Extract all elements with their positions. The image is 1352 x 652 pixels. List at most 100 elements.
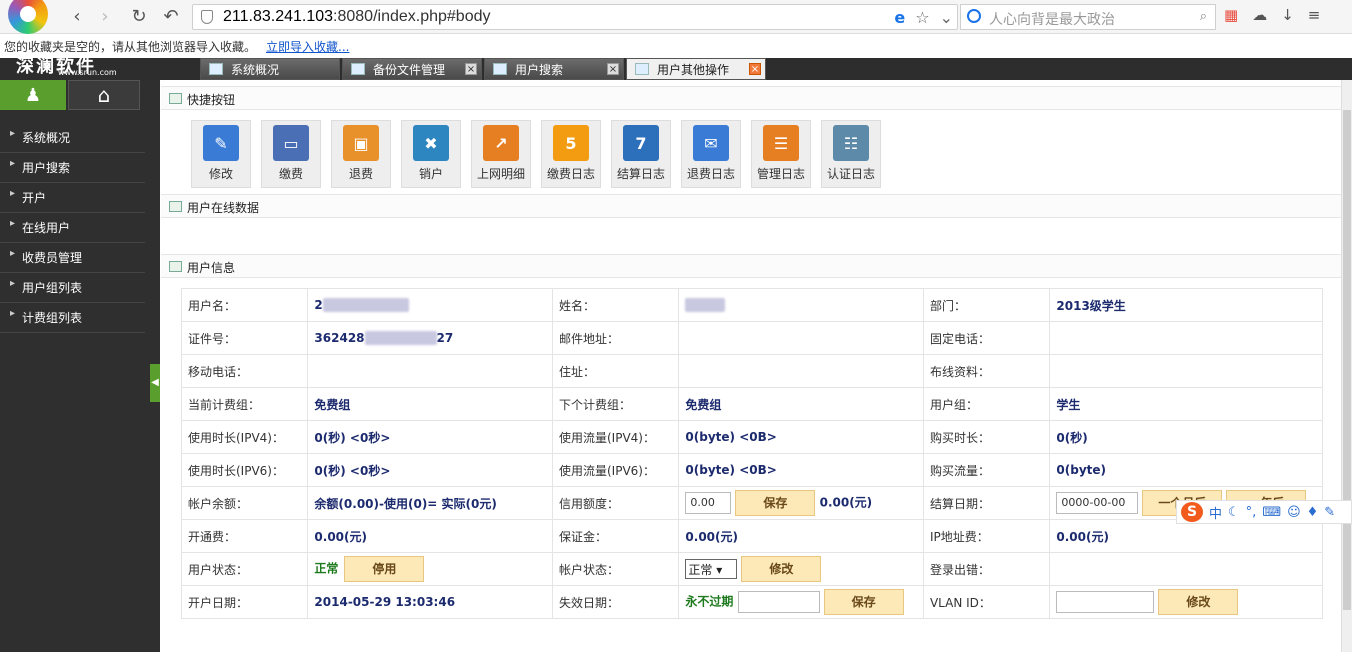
bookmark-message: 您的收藏夹是空的，请从其他浏览器导入收藏。 <box>4 40 257 54</box>
user-settings-icon[interactable]: ☺ <box>1287 505 1301 520</box>
vlan-input[interactable] <box>1056 591 1155 613</box>
sidebar-item-cashier-mgmt[interactable]: 收费员管理 <box>0 243 145 273</box>
star-icon[interactable]: ☆ <box>915 8 929 27</box>
window-icon <box>209 63 223 75</box>
quick-button[interactable]: 5 缴费日志 <box>541 120 601 188</box>
disable-user-button[interactable]: 停用 <box>344 556 425 582</box>
time-ipv6-value: 0(秒) <0秒> <box>307 453 553 487</box>
close-icon[interactable]: × <box>607 63 619 75</box>
import-bookmarks-link[interactable]: 立即导入收藏... <box>266 40 349 54</box>
table-row: 用户名： 2 姓名： 部门： 2013级学生 <box>180 288 1323 322</box>
id-value: 362428 27 <box>307 321 553 355</box>
quick-button-label: 销户 <box>418 167 443 181</box>
ie-mode-icon[interactable]: e <box>894 8 905 27</box>
email-label: 邮件地址： <box>551 321 680 355</box>
user-group-value: 学生 <box>1049 387 1323 421</box>
credit-label: 信用额度： <box>551 486 680 520</box>
apps-icon[interactable]: ▦ <box>1224 6 1238 24</box>
close-icon[interactable]: × <box>465 63 477 75</box>
quick-button[interactable]: ▣ 退费 <box>331 120 391 188</box>
scrollbar-thumb[interactable] <box>1343 110 1351 610</box>
undo-icon[interactable]: ↶ <box>160 6 182 28</box>
browser-logo-icon[interactable] <box>8 0 48 34</box>
menu-icon[interactable]: ≡ <box>1308 6 1321 24</box>
address-bar[interactable]: 211.83.241.103:8080/index.php#body e ☆ ⌄ <box>192 4 958 30</box>
quick-button[interactable]: 7 结算日志 <box>611 120 671 188</box>
deposit-label: 保证金： <box>551 519 680 553</box>
tab-label: 备份文件管理 <box>373 63 446 77</box>
section-online-data: 用户在线数据 <box>161 194 1341 218</box>
sidebar-item-user-search[interactable]: 用户搜索 <box>0 153 145 183</box>
reload-icon[interactable]: ↻ <box>128 6 150 28</box>
account-status-modify-button[interactable]: 修改 <box>741 556 822 582</box>
credit-save-button[interactable]: 保存 <box>735 490 816 516</box>
search-icon[interactable]: ⌕ <box>1200 9 1207 24</box>
quick-button[interactable]: ↗ 上网明细 <box>471 120 531 188</box>
mobile-label: 移动电话： <box>180 354 309 388</box>
dropdown-icon[interactable]: ⌄ <box>940 8 953 27</box>
quick-button[interactable]: ✖ 销户 <box>401 120 461 188</box>
credit-input[interactable]: 0.00 <box>685 492 732 514</box>
chart-icon: ↗ <box>483 125 519 161</box>
tab-user-search[interactable]: 用户搜索 × <box>484 58 624 80</box>
cloud-icon[interactable]: ☁ <box>1252 6 1267 24</box>
ime-mode-toggle[interactable]: 中 <box>1209 503 1222 522</box>
search-box[interactable]: 人心向背是最大政治 ⌕ <box>960 4 1216 30</box>
tools-icon[interactable]: ✎ <box>1324 505 1335 520</box>
user-group-label: 用户组： <box>922 387 1051 421</box>
account-status-select[interactable]: 正常 ▾ <box>685 559 738 579</box>
user-icon[interactable]: ♟ <box>0 80 66 110</box>
page-scrollbar[interactable] <box>1341 80 1352 652</box>
tab-system-overview[interactable]: 系统概况 <box>200 58 340 80</box>
home-icon[interactable]: ⌂ <box>68 80 140 110</box>
settle-date-input[interactable]: 0000-00-00 <box>1056 492 1139 514</box>
sidebar-item-online-users[interactable]: 在线用户 <box>0 213 145 243</box>
browser-toolbar: ‹ › ↻ ↶ 211.83.241.103:8080/index.php#bo… <box>0 0 1352 34</box>
sidebar-item-system-overview[interactable]: 系统概况 <box>0 123 145 153</box>
sidebar-item-user-groups[interactable]: 用户组列表 <box>0 273 145 303</box>
quick-button[interactable]: ☰ 管理日志 <box>751 120 811 188</box>
account-status-label: 帐户状态： <box>551 552 680 586</box>
quick-button[interactable]: ▭ 缴费 <box>261 120 321 188</box>
section-quick-buttons: 快捷按钮 <box>161 86 1341 110</box>
sidebar-item-billing-groups[interactable]: 计费组列表 <box>0 303 145 333</box>
shield-icon <box>201 10 213 24</box>
table-row: 证件号： 362428 27 邮件地址： 固定电话： <box>180 321 1323 355</box>
quick-button[interactable]: ☷ 认证日志 <box>821 120 881 188</box>
tab-user-other-ops[interactable]: 用户其他操作 × <box>626 58 766 80</box>
close-icon[interactable]: × <box>749 63 761 75</box>
quick-button[interactable]: ✉ 退费日志 <box>681 120 741 188</box>
time-ipv6-label: 使用时长(IPV6)： <box>180 453 309 487</box>
window-icon <box>493 63 507 75</box>
phone-value <box>1049 321 1323 355</box>
ime-toolbar[interactable]: S 中 ☾ °, ⌨ ☺ ♦ ✎ <box>1176 500 1352 524</box>
tab-bar: 系统概况 备份文件管理 × 用户搜索 × 用户其他操作 × <box>200 58 768 80</box>
table-row: 当前计费组： 免费组 下个计费组： 免费组 用户组： 学生 <box>180 387 1323 421</box>
back-icon[interactable]: ‹ <box>66 6 88 28</box>
skin-icon[interactable]: ♦ <box>1307 505 1319 520</box>
download-icon[interactable]: ↓ <box>1281 6 1294 24</box>
user-status-value: 正常 停用 <box>307 552 553 586</box>
billing-group-value: 免费组 <box>307 387 553 421</box>
quick-button[interactable]: ✎ 修改 <box>191 120 251 188</box>
expire-date-value: 永不过期 保存 <box>678 585 924 619</box>
punctuation-icon[interactable]: °, <box>1246 505 1257 520</box>
forward-icon[interactable]: › <box>94 6 116 28</box>
main-content: 快捷按钮 ✎ 修改 ▭ 缴费 ▣ 退费 ✖ 销户 ↗ 上网明细 5 缴费日志 7 结算日志 ✉ 退费日志 ☰ 管理… <box>161 80 1341 652</box>
bookmark-bar: 您的收藏夹是空的，请从其他浏览器导入收藏。 立即导入收藏... <box>0 34 1352 58</box>
expire-save-button[interactable]: 保存 <box>823 589 904 615</box>
url-text[interactable]: 211.83.241.103:8080/index.php#body <box>223 8 491 26</box>
expire-date-input[interactable] <box>737 591 820 613</box>
sidebar-item-open-account[interactable]: 开户 <box>0 183 145 213</box>
credit-value: 0.00 保存 0.00(元) <box>678 486 924 520</box>
log-icon: ☰ <box>763 125 799 161</box>
table-row: 使用时长(IPV4)： 0(秒) <0秒> 使用流量(IPV4)： 0(byte… <box>180 420 1323 454</box>
tab-backup-files[interactable]: 备份文件管理 × <box>342 58 482 80</box>
sogou-logo-icon[interactable]: S <box>1181 502 1203 522</box>
collapse-sidebar-icon[interactable]: ◀ <box>150 364 160 402</box>
moon-icon[interactable]: ☾ <box>1228 505 1240 520</box>
vlan-modify-button[interactable]: 修改 <box>1158 589 1239 615</box>
keyboard-icon[interactable]: ⌨ <box>1262 505 1281 520</box>
buy-time-label: 购买时长： <box>922 420 1051 454</box>
table-row: 移动电话： 住址： 布线资料： <box>180 354 1323 388</box>
